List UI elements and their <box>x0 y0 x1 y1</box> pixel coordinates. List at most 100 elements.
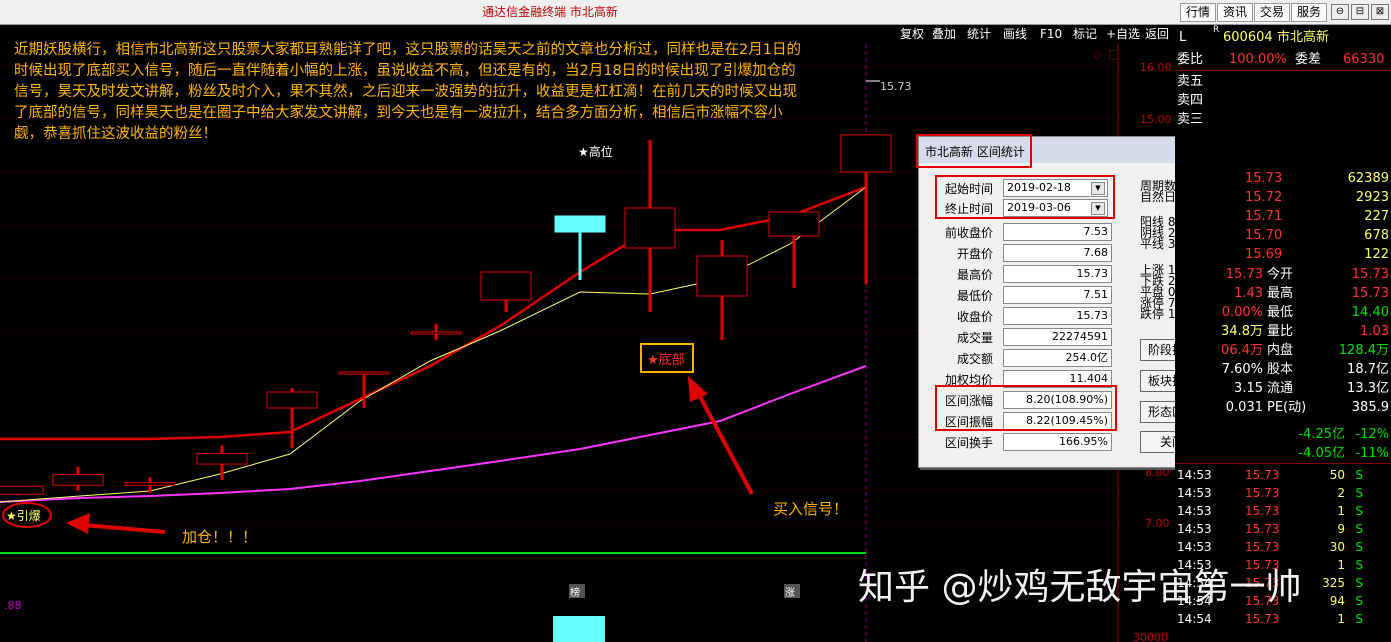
diamond-icon: ◇ <box>1093 47 1103 61</box>
volume-bar <box>553 616 605 642</box>
flow-amount: -4.25亿 <box>1298 427 1345 442</box>
tick-volume: 50 <box>1329 468 1345 482</box>
high-price-label: 15.73 <box>880 80 912 93</box>
field-label: 收盘价 <box>956 310 993 324</box>
field-value: 7.68 <box>1003 244 1112 262</box>
price-axis-15: 15.00 <box>1140 113 1172 126</box>
stat-right: 15.73 <box>1351 286 1389 301</box>
candle-body <box>840 134 892 173</box>
sell-3: 卖三 <box>1177 112 1204 127</box>
tick-time: 14:53 <box>1177 504 1212 518</box>
field-label: 最高价 <box>956 268 993 282</box>
back-tool[interactable]: 返回 <box>1145 25 1169 43</box>
stat-label: 量比 <box>1267 324 1294 339</box>
weibi-label: 委比 <box>1177 52 1204 67</box>
close-window-icon[interactable]: ⊠ <box>1371 4 1389 20</box>
stat-right: 14.40 <box>1351 305 1389 320</box>
tick-volume: 1 <box>1337 504 1345 518</box>
start-date-value: 2019-02-18 <box>1007 181 1071 194</box>
candle-body <box>624 207 676 249</box>
stat-left: 7.60% <box>1221 362 1263 377</box>
stat-left: 0.00% <box>1221 305 1263 320</box>
tick-volume: 1 <box>1337 612 1345 626</box>
bottom-signal-marker: ★底部 <box>647 352 685 368</box>
minimize-icon[interactable]: ⊖ <box>1331 4 1349 20</box>
add-watchlist-tool[interactable]: +自选 <box>1106 25 1140 43</box>
end-date-select[interactable]: 2019-03-06 ▼ <box>1003 199 1108 217</box>
tick-side: S <box>1355 486 1363 500</box>
box-icon: □ <box>1108 47 1119 61</box>
sell-4: 卖四 <box>1177 93 1204 108</box>
ma10-line <box>0 186 867 503</box>
sell-5: 卖五 <box>1177 74 1204 89</box>
tick-side: S <box>1355 522 1363 536</box>
stat-right: 128.4万 <box>1338 343 1389 358</box>
stat-left: 3.15 <box>1234 381 1263 396</box>
stat-label: 流通 <box>1267 381 1294 396</box>
ma-long-line <box>0 365 867 503</box>
news-menu-button[interactable]: 资讯 <box>1217 3 1254 22</box>
buy-price: 15.70 <box>1245 228 1283 243</box>
stock-name: 市北高新 <box>1277 30 1330 45</box>
overlay-tool[interactable]: 叠加 <box>932 25 956 43</box>
market-menu-button[interactable]: 行情 <box>1180 3 1217 22</box>
flow-amount: -4.05亿 <box>1298 446 1345 461</box>
stat-label: 最低 <box>1267 305 1294 320</box>
code-r-marker: R <box>1213 25 1220 35</box>
service-menu-button[interactable]: 服务 <box>1291 3 1328 22</box>
stat-right: 18.7亿 <box>1347 362 1389 377</box>
add-position-note: 加仓！！！ <box>182 528 257 546</box>
statistics-tool[interactable]: 统计 <box>967 25 991 43</box>
tick-side: S <box>1355 504 1363 518</box>
candle-body <box>554 215 606 233</box>
mark-tool[interactable]: 标记 <box>1073 25 1097 43</box>
candle-body <box>196 452 248 465</box>
field-value: 15.73 <box>1003 265 1112 283</box>
app-title: 通达信金融终端 市北高新 <box>482 5 618 19</box>
tick-price: 15.73 <box>1245 468 1280 482</box>
chevron-down-icon[interactable]: ▼ <box>1091 202 1105 215</box>
draw-line-tool[interactable]: 画线 <box>1003 25 1027 43</box>
stat-label: 最高 <box>1267 286 1294 301</box>
code-prefix: L <box>1179 30 1187 45</box>
field-label: 成交额 <box>956 352 993 366</box>
tick-volume: 94 <box>1329 594 1345 608</box>
start-date-select[interactable]: 2019-02-18 ▼ <box>1003 179 1108 197</box>
candle-body <box>0 485 44 495</box>
start-label: 起始时间 <box>944 182 993 196</box>
stat-left: 0.031 <box>1225 400 1263 415</box>
candle-body <box>52 474 104 486</box>
weibi-value: 100.00% <box>1229 52 1287 67</box>
trade-menu-button[interactable]: 交易 <box>1254 3 1291 22</box>
boom-signal-marker: ★引爆 <box>6 509 41 523</box>
tick-side: S <box>1355 612 1363 626</box>
tick-side: S <box>1355 558 1363 572</box>
tick-price: 15.73 <box>1245 522 1280 536</box>
chevron-down-icon[interactable]: ▼ <box>1091 182 1105 195</box>
field-label: 开盘价 <box>956 247 993 261</box>
candle-body <box>338 371 390 375</box>
tick-side: S <box>1355 540 1363 554</box>
tick-side: S <box>1355 594 1363 608</box>
restore-rights-tool[interactable]: 复权 <box>900 25 924 43</box>
candle-body <box>480 271 532 301</box>
stat-label: PE(动) <box>1267 400 1307 415</box>
candle-body <box>410 331 462 335</box>
buy-price: 15.72 <box>1245 190 1283 205</box>
tick-time: 14:53 <box>1177 468 1212 482</box>
restore-icon[interactable]: ⊟ <box>1351 4 1369 20</box>
flow-percent: -11% <box>1355 446 1389 461</box>
end-date-value: 2019-03-06 <box>1007 201 1071 214</box>
field-label: 前收盘价 <box>944 226 993 240</box>
tick-price: 15.73 <box>1245 612 1280 626</box>
stat-left: 1.43 <box>1234 286 1263 301</box>
gain-highlight-box <box>935 385 1117 431</box>
tick-volume: 325 <box>1322 576 1345 590</box>
tick-time: 14:53 <box>1177 540 1212 554</box>
tick-volume: 9 <box>1337 522 1345 536</box>
tick-volume: 30 <box>1329 540 1345 554</box>
watermark: 知乎 @炒鸡无敌宇宙第一帅 <box>858 567 1302 608</box>
field-value: 7.51 <box>1003 286 1112 304</box>
f10-tool[interactable]: F10 <box>1040 25 1062 43</box>
buy-signal-note: 买入信号！ <box>773 500 848 518</box>
